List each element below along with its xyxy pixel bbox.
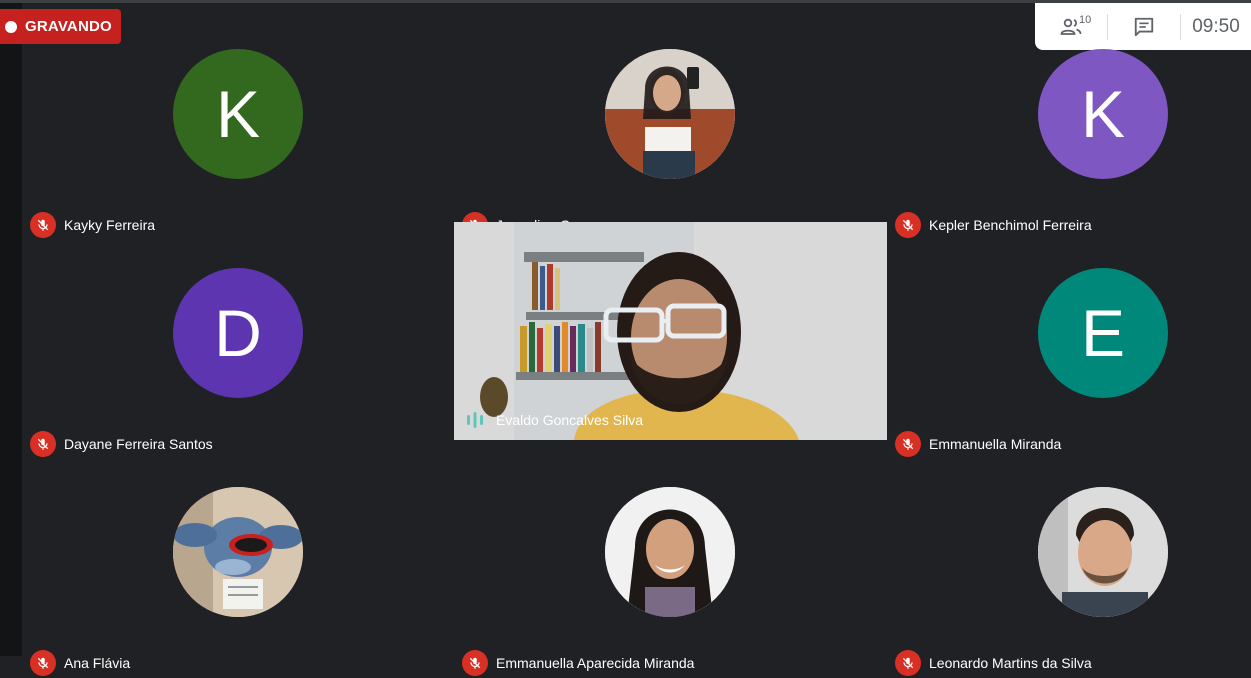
participant-tile[interactable]: E Emmanuella Miranda xyxy=(887,241,1251,459)
participant-name: Emmanuella Aparecida Miranda xyxy=(496,655,695,671)
name-row: Emmanuella Miranda xyxy=(895,431,1061,457)
mic-off-icon xyxy=(895,650,921,676)
name-row: Kayky Ferreira xyxy=(30,212,155,238)
avatar-photo xyxy=(1038,487,1168,617)
participant-tile[interactable]: Leonardo Martins da Silva xyxy=(887,460,1251,678)
avatar-photo xyxy=(173,487,303,617)
avatar-letter: E xyxy=(1080,296,1126,370)
name-row: Leonardo Martins da Silva xyxy=(895,650,1092,676)
participant-name: Kayky Ferreira xyxy=(64,217,156,233)
name-row: Dayane Ferreira Santos xyxy=(30,431,213,457)
avatar-letter: K xyxy=(1080,77,1126,151)
avatar-photo xyxy=(605,49,735,179)
participant-tile[interactable]: D Dayane Ferreira Santos xyxy=(22,241,454,459)
left-edge-strip xyxy=(0,0,22,656)
active-speaker-video-tile[interactable]: Evaldo Goncalves Silva xyxy=(454,222,887,440)
speaking-indicator-icon xyxy=(462,407,488,433)
participant-name: Ana Flávia xyxy=(64,655,131,671)
participant-tile[interactable]: K Kayky Ferreira xyxy=(22,22,454,240)
mic-off-icon xyxy=(462,650,488,676)
avatar-letter: D xyxy=(214,296,262,370)
mic-off-icon xyxy=(895,212,921,238)
participant-name: Evaldo Goncalves Silva xyxy=(496,412,644,428)
avatar-photo xyxy=(605,487,735,617)
recording-dot-icon xyxy=(5,20,17,33)
participant-tile[interactable]: Emmanuella Aparecida Miranda xyxy=(454,460,886,678)
avatar: D xyxy=(173,268,303,398)
avatar: E xyxy=(1038,268,1168,398)
name-row: Evaldo Goncalves Silva xyxy=(462,407,643,433)
name-row: Emmanuella Aparecida Miranda xyxy=(462,650,694,676)
name-row: Ana Flávia xyxy=(30,650,130,676)
participant-name: Dayane Ferreira Santos xyxy=(64,436,213,452)
mic-off-icon xyxy=(895,431,921,457)
mic-off-icon xyxy=(30,431,56,457)
mic-off-icon xyxy=(30,650,56,676)
participant-name: Kepler Benchimol Ferreira xyxy=(929,217,1092,233)
mic-off-icon xyxy=(30,212,56,238)
participant-name: Leonardo Martins da Silva xyxy=(929,655,1092,671)
avatar-letter: K xyxy=(215,77,261,151)
avatar: K xyxy=(1038,49,1168,179)
participant-name: Emmanuella Miranda xyxy=(929,436,1062,452)
participant-tile[interactable]: K Kepler Benchimol Ferreira xyxy=(887,22,1251,240)
name-row: Kepler Benchimol Ferreira xyxy=(895,212,1092,238)
avatar: K xyxy=(173,49,303,179)
participant-tile[interactable]: Ana Flávia xyxy=(22,460,454,678)
participant-tile[interactable]: Jaqueline Camargos xyxy=(454,22,886,240)
